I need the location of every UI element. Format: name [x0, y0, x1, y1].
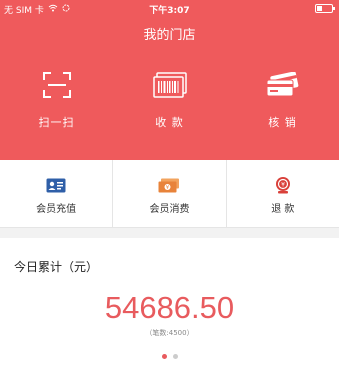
- refund-icon: ¥: [272, 176, 294, 194]
- scan-button[interactable]: 扫一扫: [0, 70, 113, 140]
- member-consume-label: 会员消费: [149, 204, 190, 215]
- status-bar: 无 SIM 卡 下午3:07: [0, 0, 339, 18]
- svg-text:¥: ¥: [166, 185, 169, 191]
- scan-label: 扫一扫: [38, 116, 75, 129]
- member-consume-button[interactable]: ¥ 会员消费: [113, 160, 227, 227]
- top-actions: 扫一扫 收 款 核 销: [0, 70, 339, 140]
- page-dot-2[interactable]: [172, 354, 178, 359]
- receive-payment-button[interactable]: 收 款: [113, 70, 226, 140]
- page-indicator: [0, 354, 339, 359]
- refund-button[interactable]: ¥ 退 款: [227, 160, 339, 227]
- money-icon: ¥: [158, 176, 180, 194]
- battery-icon: [315, 4, 335, 13]
- page-title: 我的门店: [143, 28, 196, 43]
- member-card-icon: [45, 176, 67, 194]
- member-recharge-label: 会员充值: [36, 204, 77, 215]
- header: 无 SIM 卡 下午3:07 我的门店 扫一扫 收 款 核 销: [0, 0, 339, 160]
- receive-payment-label: 收 款: [155, 116, 184, 129]
- verify-label: 核 销: [268, 116, 297, 129]
- page-dot-1[interactable]: [161, 354, 167, 359]
- today-summary: 今日累计（元） 54686.50 （笔数:4500）: [0, 238, 339, 367]
- refund-label: 退 款: [271, 204, 295, 215]
- summary-count: （笔数:4500）: [145, 329, 194, 337]
- status-time: 下午3:07: [149, 6, 190, 16]
- verify-button[interactable]: 核 销: [226, 70, 339, 140]
- barcode-receive-icon: [152, 70, 187, 100]
- member-recharge-button[interactable]: 会员充值: [0, 160, 114, 227]
- member-actions: 会员充值 ¥ 会员消费 ¥ 退 款: [0, 160, 339, 228]
- svg-text:¥: ¥: [281, 182, 285, 189]
- scan-icon: [40, 70, 74, 100]
- cards-verify-icon: [266, 70, 300, 100]
- summary-amount: 54686.50: [104, 290, 235, 325]
- summary-title: 今日累计（元）: [14, 260, 99, 274]
